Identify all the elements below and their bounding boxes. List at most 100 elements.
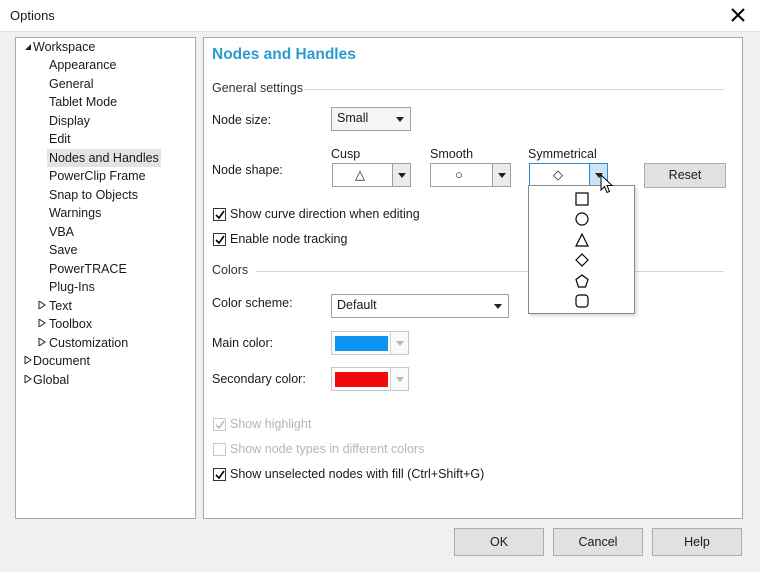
dropdown-button[interactable] [492,164,510,186]
checkmark-icon [215,420,225,430]
color-scheme-label: Color scheme: [212,296,293,310]
dropdown-button[interactable] [392,164,410,186]
shape-dropdown-list[interactable] [528,185,635,314]
checkbox-label: Show node types in different colors [230,442,425,456]
colors-heading: Colors [212,263,249,277]
node-shape-label: Node shape: [212,163,283,177]
tree-item-warnings[interactable]: Warnings [49,204,101,222]
tree-item-vba[interactable]: VBA [49,223,74,241]
rounded-square-icon [574,294,589,308]
symmetrical-shape-dropdown[interactable]: ◇ [529,163,608,187]
tree-item-edit[interactable]: Edit [49,130,71,148]
cusp-label: Cusp [331,147,361,161]
main-color-label: Main color: [212,336,274,350]
expanded-triangle-icon[interactable] [24,43,32,51]
chevron-down-icon [396,117,404,122]
checkmark-icon [215,470,225,480]
reset-button[interactable]: Reset [644,163,726,188]
tree-item-text[interactable]: Text [49,297,72,315]
square-icon [574,192,589,206]
smooth-label: Smooth [430,147,474,161]
collapsed-triangle-icon[interactable] [38,301,46,309]
collapsed-triangle-icon[interactable] [24,375,32,383]
collapsed-triangle-icon[interactable] [24,356,32,364]
node-size-dropdown[interactable]: Small [331,107,411,131]
secondary-color-swatch [335,372,388,387]
shape-option-rounded-square[interactable] [529,291,634,311]
chevron-down-icon [398,173,406,178]
shape-option-triangle[interactable] [529,230,634,250]
node-size-label: Node size: [212,113,272,127]
secondary-color-label: Secondary color: [212,372,306,386]
section-divider [256,271,724,272]
chevron-down-icon [498,173,506,178]
checkbox-label: Show unselected nodes with fill (Ctrl+Sh… [230,467,485,481]
triangle-icon: △ [355,167,365,182]
checkbox[interactable] [213,208,226,221]
symmetrical-label: Symmetrical [528,147,597,161]
cusp-shape-dropdown[interactable]: △ [332,163,411,187]
smooth-shape-dropdown[interactable]: ○ [430,163,511,187]
tree-item-toolbox[interactable]: Toolbox [49,315,92,333]
dropdown-button[interactable] [390,332,408,354]
general-settings-heading: General settings [212,81,304,95]
tree-item-plug-ins[interactable]: Plug-Ins [49,278,95,296]
tree-item-workspace[interactable]: Workspace [33,38,95,56]
collapsed-triangle-icon[interactable] [38,319,46,327]
page-title: Nodes and Handles [212,46,356,63]
checkbox[interactable] [213,233,226,246]
checkbox[interactable] [213,418,226,431]
circle-icon: ○ [455,167,463,182]
collapsed-triangle-icon[interactable] [38,338,46,346]
shape-option-diamond[interactable] [529,250,634,270]
tree-item-customization[interactable]: Customization [49,334,128,352]
shape-option-circle[interactable] [529,209,634,229]
close-icon [731,8,745,22]
window-title: Options [10,8,55,23]
color-scheme-dropdown[interactable]: Default [331,294,509,318]
diamond-icon [574,253,589,267]
shape-option-pentagon[interactable] [529,271,634,291]
chevron-down-icon [396,377,404,382]
category-tree[interactable]: Workspace Appearance General Tablet Mode… [15,37,196,519]
diamond-icon: ◇ [553,167,563,182]
tree-item-powertrace[interactable]: PowerTRACE [49,260,127,278]
tree-item-snap-to-objects[interactable]: Snap to Objects [49,186,138,204]
tree-item-display[interactable]: Display [49,112,90,130]
color-scheme-value: Default [337,298,377,312]
main-color-picker[interactable] [331,331,409,355]
checkbox[interactable] [213,468,226,481]
circle-icon [574,212,589,226]
section-divider [304,89,724,90]
triangle-icon [574,233,589,247]
tree-item-global[interactable]: Global [33,371,69,389]
shape-option-square[interactable] [529,189,634,209]
checkmark-icon [215,210,225,220]
node-size-value: Small [337,111,369,125]
tree-item-nodes-and-handles[interactable]: Nodes and Handles [47,149,161,167]
checkbox[interactable] [213,443,226,456]
checkmark-icon [215,235,225,245]
tree-item-powerclip-frame[interactable]: PowerClip Frame [49,167,146,185]
settings-panel: Nodes and Handles General settings Node … [203,37,743,519]
chevron-down-icon [396,341,404,346]
tree-item-tablet-mode[interactable]: Tablet Mode [49,93,117,111]
help-button[interactable]: Help [652,528,742,556]
dropdown-button[interactable] [390,368,408,390]
chevron-down-icon [494,304,502,309]
checkbox-label: Enable node tracking [230,232,348,246]
title-bar: Options [0,0,760,32]
checkbox-label: Show curve direction when editing [230,207,420,221]
pentagon-icon [574,274,589,288]
tree-item-appearance[interactable]: Appearance [49,56,116,74]
cancel-button[interactable]: Cancel [553,528,643,556]
tree-item-general[interactable]: General [49,75,93,93]
secondary-color-picker[interactable] [331,367,409,391]
checkbox-label: Show highlight [230,417,312,431]
close-button[interactable] [724,2,752,28]
tree-item-document[interactable]: Document [33,352,90,370]
main-color-swatch [335,336,388,351]
ok-button[interactable]: OK [454,528,544,556]
tree-item-save[interactable]: Save [49,241,78,259]
mouse-cursor-icon [600,174,614,194]
